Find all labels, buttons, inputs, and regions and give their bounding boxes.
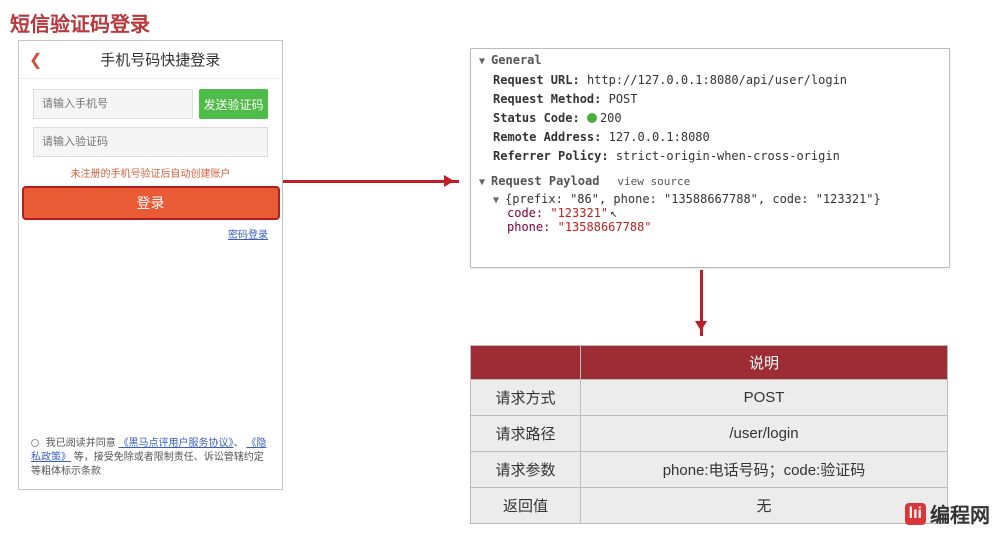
row-return-val: 无	[581, 488, 948, 524]
agree-radio[interactable]	[31, 439, 39, 447]
service-agreement-link[interactable]: 《黑马点评用户服务协议》	[119, 438, 234, 449]
row-param-val: phone:电话号码；code:验证码	[581, 452, 948, 488]
auto-create-hint: 未注册的手机号验证后自动创建账户	[33, 165, 268, 180]
arrow-right-icon	[283, 180, 459, 183]
phone-login-panel: ❮ 手机号码快捷登录 发送验证码 未注册的手机号验证后自动创建账户 登录 密码登…	[18, 40, 283, 490]
panel-title: 手机号码快捷登录	[48, 49, 272, 70]
request-method: POST	[609, 92, 638, 106]
col-desc: 说明	[581, 346, 948, 380]
page-title: 短信验证码登录	[0, 0, 1000, 45]
row-param-label: 请求参数	[471, 452, 581, 488]
row-path-val: /user/login	[581, 416, 948, 452]
payload-section[interactable]: Request Payloadview source	[479, 174, 941, 188]
row-method-val: POST	[581, 380, 948, 416]
arrow-down-icon	[700, 270, 703, 336]
agreement-text: 我已阅读并同意 《黑马点评用户服务协议》、 《隐私政策》 等，接受免除或者限制责…	[31, 437, 270, 479]
logo-badge-icon: lıi	[905, 503, 926, 525]
referrer-policy: strict-origin-when-cross-origin	[616, 149, 840, 163]
devtools-panel: General Request URL: http://127.0.0.1:80…	[470, 48, 950, 268]
password-login-link[interactable]: 密码登录	[228, 230, 268, 241]
request-url: http://127.0.0.1:8080/api/user/login	[587, 73, 847, 87]
payload-code: "123321"	[550, 206, 608, 220]
general-section[interactable]: General	[479, 53, 941, 67]
status-code: 200	[600, 111, 622, 125]
send-code-button[interactable]: 发送验证码	[199, 89, 268, 119]
row-return-label: 返回值	[471, 488, 581, 524]
phone-input[interactable]	[33, 89, 193, 119]
site-logo: lıi 编程网	[905, 499, 990, 528]
code-input[interactable]	[33, 127, 268, 157]
login-button[interactable]: 登录	[22, 186, 280, 220]
status-dot-icon	[587, 113, 597, 123]
remote-address: 127.0.0.1:8080	[609, 130, 710, 144]
cursor-icon: ↖	[610, 206, 617, 220]
api-spec-table: 说明 请求方式POST 请求路径/user/login 请求参数phone:电话…	[470, 345, 948, 524]
view-source-link[interactable]: view source	[617, 175, 690, 188]
row-method-label: 请求方式	[471, 380, 581, 416]
payload-phone: "13588667788"	[558, 220, 652, 234]
back-icon[interactable]: ❮	[29, 50, 42, 70]
payload-object[interactable]: {prefix: "86", phone: "13588667788", cod…	[479, 192, 941, 206]
row-path-label: 请求路径	[471, 416, 581, 452]
